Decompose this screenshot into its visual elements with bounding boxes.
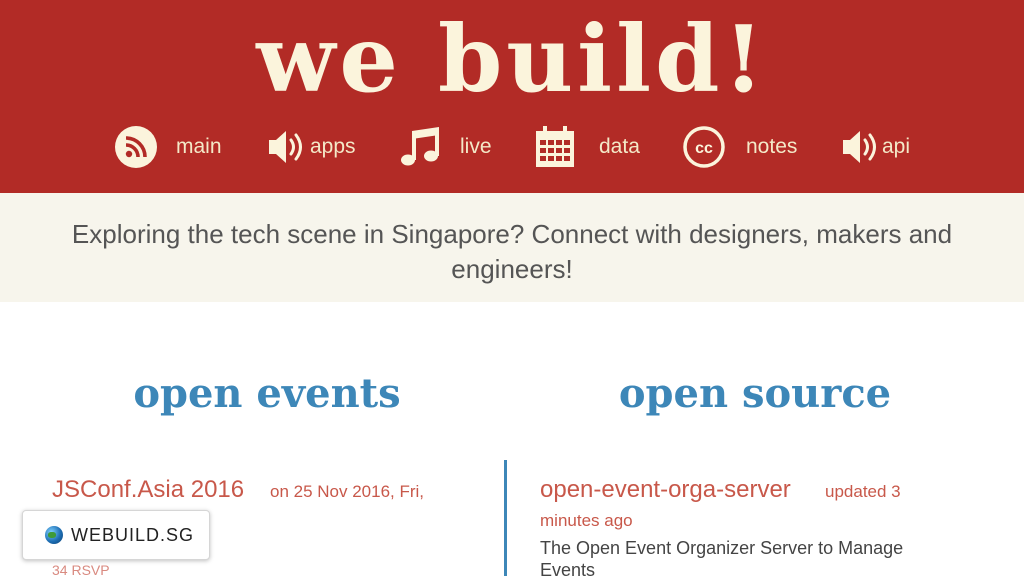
- nav-item-live[interactable]: live: [398, 122, 492, 172]
- speaker-icon: [838, 125, 882, 169]
- nav-label-notes: notes: [746, 135, 798, 158]
- nav-item-notes[interactable]: cc notes: [682, 122, 797, 172]
- svg-text:cc: cc: [695, 140, 713, 157]
- tagline: Exploring the tech scene in Singapore? C…: [71, 219, 953, 284]
- badge-label: WEBUILD.SG: [71, 524, 195, 545]
- main-nav: main apps live data cc notes api: [0, 122, 1024, 172]
- nav-item-data[interactable]: data: [533, 122, 640, 172]
- nav-item-main[interactable]: main: [114, 122, 222, 172]
- column-divider: [504, 460, 507, 576]
- nav-item-apps[interactable]: apps: [264, 122, 356, 172]
- speaker-icon: [264, 125, 308, 169]
- event-link[interactable]: JSConf.Asia 2016: [52, 476, 244, 504]
- nav-label-main: main: [176, 135, 222, 158]
- webuild-badge[interactable]: WEBUILD.SG: [22, 510, 210, 560]
- globe-icon: [45, 526, 63, 544]
- events-title: open events: [133, 370, 401, 417]
- repo-link[interactable]: open-event-orga-server: [540, 476, 791, 504]
- nav-label-data: data: [599, 135, 640, 158]
- music-note-icon: [398, 125, 442, 169]
- nav-label-live: live: [460, 135, 492, 158]
- repo-updated: updated 3: [825, 482, 901, 501]
- calendar-icon: [533, 125, 577, 169]
- rss-icon: [114, 125, 158, 169]
- repo-updated-cont: minutes ago: [540, 511, 633, 530]
- event-date: on 25 Nov 2016, Fri,: [270, 482, 425, 501]
- site-header: we build! main apps live data cc notes a…: [0, 0, 1024, 193]
- opensource-title: open source: [618, 370, 892, 417]
- nav-label-apps: apps: [310, 135, 356, 158]
- repo-description: The Open Event Organizer Server to Manag…: [540, 538, 904, 580]
- nav-label-api: api: [882, 135, 911, 158]
- site-logo[interactable]: we build!: [0, 4, 1024, 114]
- nav-item-api[interactable]: api: [838, 122, 910, 172]
- cc-icon: cc: [682, 125, 726, 169]
